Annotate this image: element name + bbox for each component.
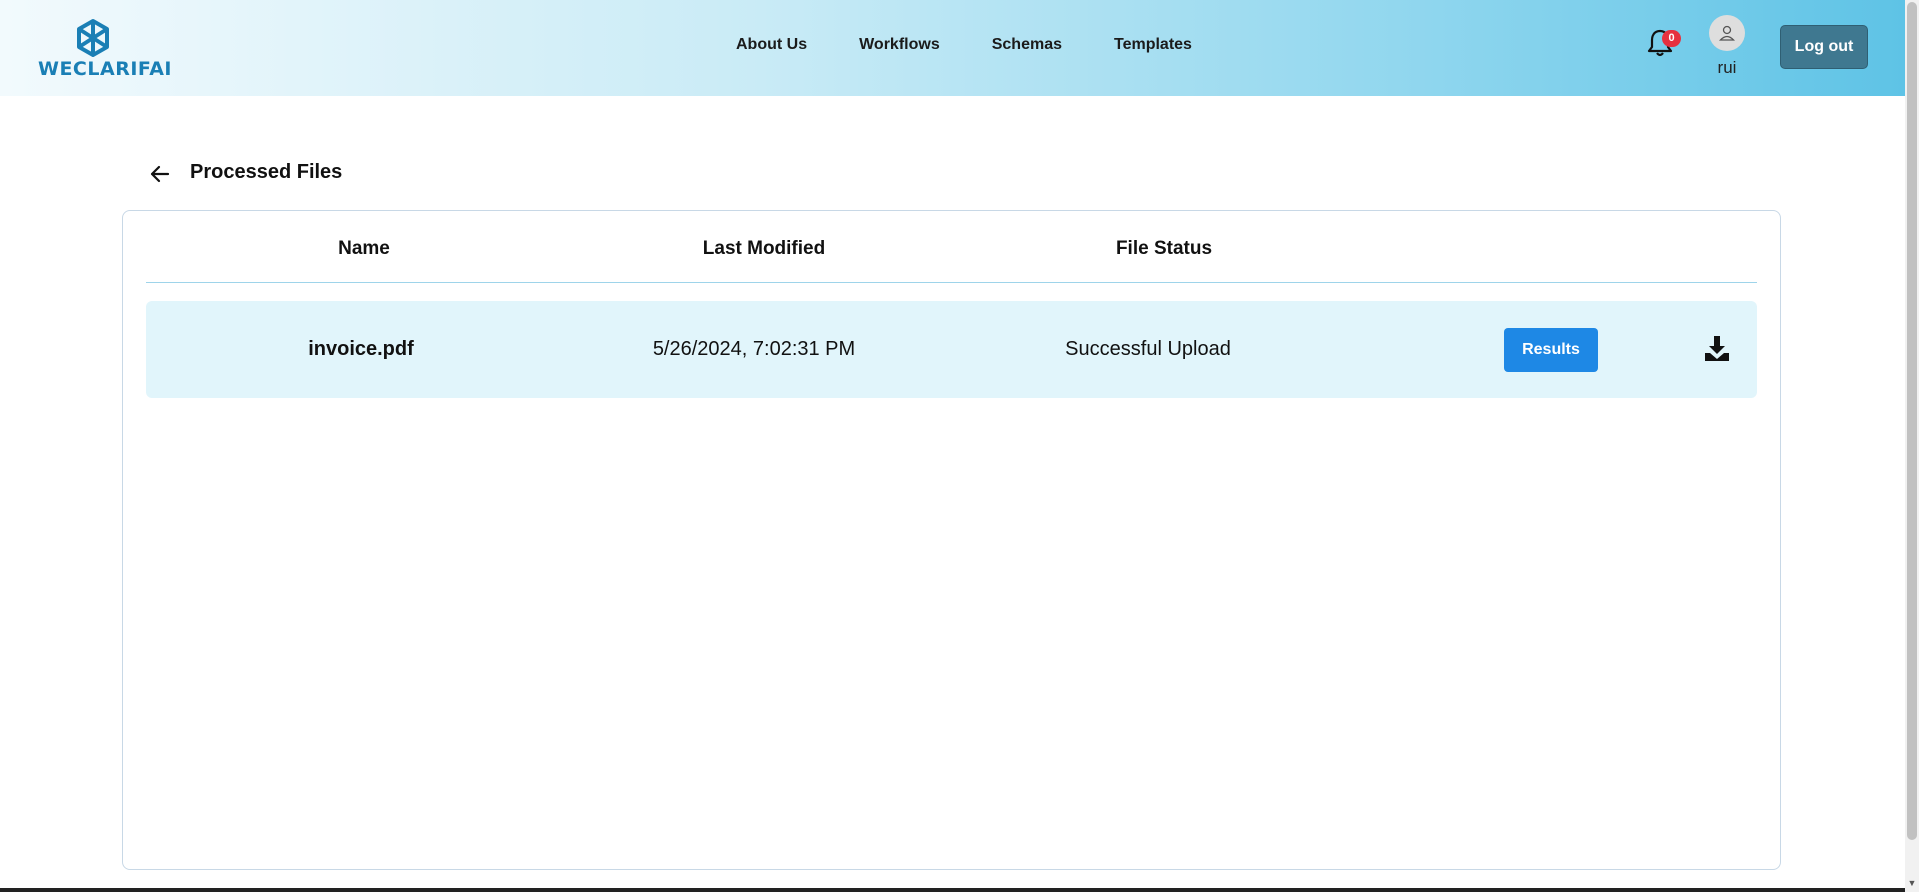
notification-badge: 0 <box>1662 30 1681 47</box>
nav-about-us[interactable]: About Us <box>736 36 807 54</box>
header-divider <box>146 282 1757 283</box>
file-last-modified: 5/26/2024, 7:02:31 PM <box>652 338 856 360</box>
logo[interactable]: WECLARIFAI <box>36 16 171 80</box>
file-name[interactable]: invoice.pdf <box>276 338 446 361</box>
download-icon <box>1705 336 1729 361</box>
arrow-left-icon <box>150 165 170 183</box>
page-title: Processed Files <box>190 161 343 183</box>
nav-workflows[interactable]: Workflows <box>859 36 940 54</box>
avatar[interactable] <box>1709 15 1745 51</box>
window-bottom-edge <box>0 888 1905 892</box>
logo-text: WECLARIFAI <box>38 58 172 80</box>
nav-templates[interactable]: Templates <box>1114 36 1192 54</box>
logo-icon <box>77 19 109 57</box>
notifications-button[interactable]: 0 <box>1646 28 1681 60</box>
user-icon <box>1719 25 1735 41</box>
scrollbar-thumb[interactable] <box>1907 2 1917 840</box>
username-label: rui <box>1717 58 1737 77</box>
main-nav: About Us Workflows Schemas Templates <box>736 36 1244 54</box>
download-button[interactable] <box>1702 333 1732 363</box>
column-header-last-modified[interactable]: Last Modified <box>674 238 854 260</box>
file-status: Successful Upload <box>1065 338 1231 360</box>
top-header: WECLARIFAI About Us Workflows Schemas Te… <box>0 0 1905 96</box>
logout-button[interactable]: Log out <box>1780 25 1868 69</box>
column-header-file-status[interactable]: File Status <box>1094 238 1234 260</box>
page-scrollbar[interactable]: ▼ <box>1905 0 1919 892</box>
back-button[interactable] <box>148 162 172 186</box>
scroll-down-arrow[interactable]: ▼ <box>1905 876 1919 890</box>
nav-schemas[interactable]: Schemas <box>992 36 1062 54</box>
column-header-name[interactable]: Name <box>306 238 422 260</box>
results-button[interactable]: Results <box>1504 328 1598 372</box>
